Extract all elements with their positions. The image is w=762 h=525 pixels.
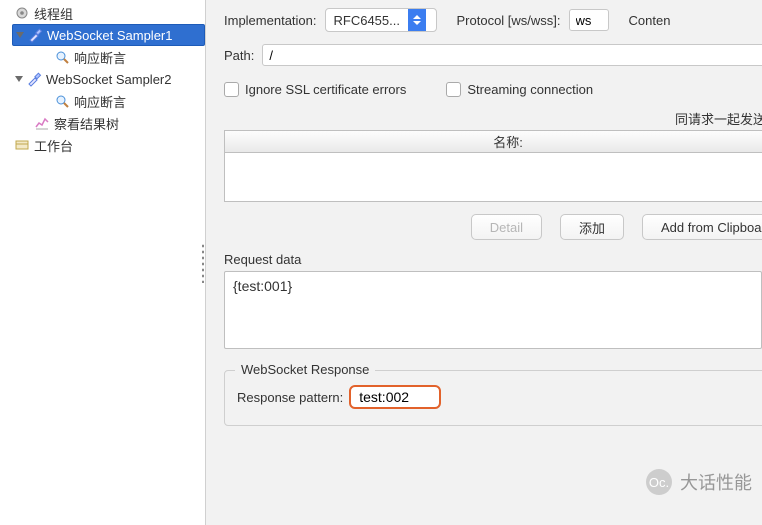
response-pattern-label: Response pattern:	[237, 390, 343, 405]
watermark-text: 大话性能	[680, 469, 752, 495]
tree-label: 线程组	[34, 4, 73, 23]
detail-button[interactable]: Detail	[471, 214, 542, 240]
streaming-label: Streaming connection	[467, 82, 593, 97]
tree-item-assert1[interactable]: 响应断言	[40, 46, 205, 68]
checkbox-icon	[224, 82, 239, 97]
path-label: Path:	[224, 48, 254, 63]
ignore-ssl-checkbox[interactable]: Ignore SSL certificate errors	[224, 82, 406, 97]
tree-item-thread-group[interactable]: 线程组	[0, 2, 205, 24]
tree-label: WebSocket Sampler1	[47, 28, 173, 43]
implementation-label: Implementation:	[224, 13, 317, 28]
tree-item-sampler1[interactable]: WebSocket Sampler1	[12, 24, 205, 46]
ws-response-legend: WebSocket Response	[235, 362, 375, 377]
tree-label: 察看结果树	[54, 114, 119, 133]
tree-item-assert2[interactable]: 响应断言	[40, 90, 205, 112]
request-data-textarea[interactable]	[224, 271, 762, 349]
tree-panel: 线程组 WebSocket Sampler1 响应断言 WebSocket Sa…	[0, 0, 206, 525]
add-from-clipboard-button[interactable]: Add from Clipboard	[642, 214, 762, 240]
ignore-ssl-label: Ignore SSL certificate errors	[245, 82, 406, 97]
watermark: Oc. 大话性能	[646, 469, 752, 495]
add-button[interactable]: 添加	[560, 214, 624, 240]
chevron-down-icon[interactable]	[16, 32, 24, 38]
tree-item-view-results[interactable]: 察看结果树	[20, 112, 205, 134]
watermark-icon: Oc.	[646, 469, 672, 495]
implementation-select[interactable]: RFC6455...	[325, 8, 437, 32]
select-stepper-icon	[408, 9, 426, 31]
params-table-header: 名称:	[225, 131, 762, 153]
streaming-checkbox[interactable]: Streaming connection	[446, 82, 593, 97]
dropper-icon	[26, 71, 42, 87]
params-table[interactable]: 名称:	[224, 130, 762, 202]
send-params-note: 同请求一起发送参数	[224, 109, 762, 128]
magnifier-icon	[54, 93, 70, 109]
dropper-icon	[27, 27, 43, 43]
tree-label: WebSocket Sampler2	[46, 72, 172, 87]
tree-label: 工作台	[34, 136, 73, 155]
tree-item-sampler2[interactable]: WebSocket Sampler2	[12, 68, 205, 90]
chevron-down-icon[interactable]	[15, 76, 23, 82]
protocol-input[interactable]	[569, 9, 609, 31]
tree-item-workbench[interactable]: 工作台	[0, 134, 205, 156]
path-input[interactable]	[262, 44, 762, 66]
checkbox-icon	[446, 82, 461, 97]
request-data-label: Request data	[224, 252, 762, 267]
gear-icon	[14, 5, 30, 21]
tree-label: 响应断言	[74, 48, 126, 67]
workbench-icon	[14, 137, 30, 153]
websocket-response-fieldset: WebSocket Response Response pattern:	[224, 370, 762, 426]
implementation-value: RFC6455...	[326, 13, 408, 28]
content-label-cut: Conten	[629, 13, 671, 28]
protocol-label: Protocol [ws/wss]:	[457, 13, 561, 28]
response-pattern-input[interactable]	[349, 385, 441, 409]
chart-icon	[34, 115, 50, 131]
magnifier-icon	[54, 49, 70, 65]
tree-label: 响应断言	[74, 92, 126, 111]
form-panel: Implementation: RFC6455... Protocol [ws/…	[206, 0, 762, 525]
